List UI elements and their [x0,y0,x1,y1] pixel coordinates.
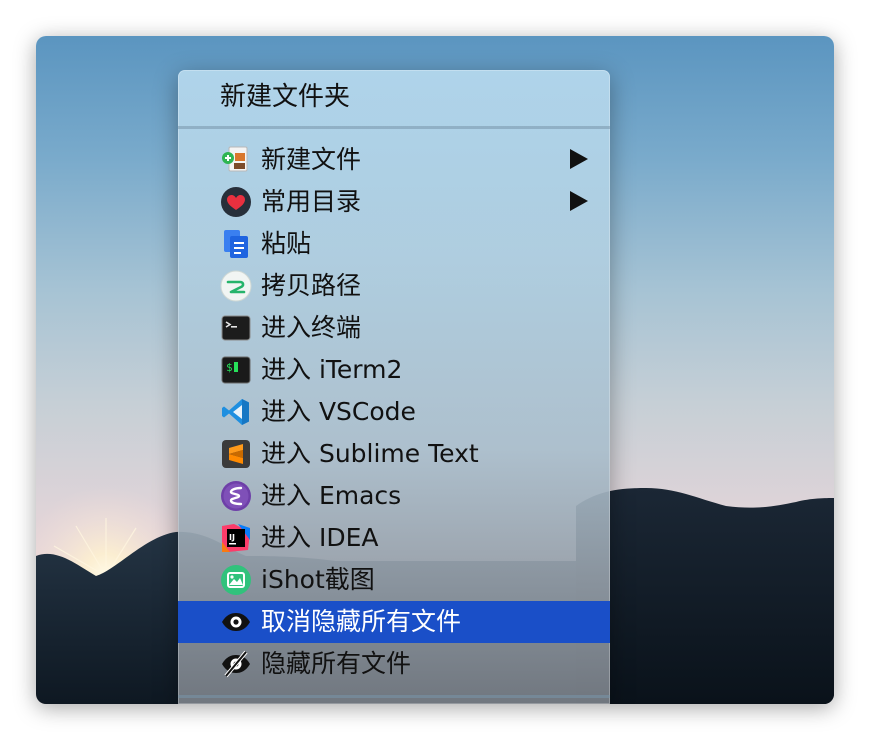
menu-item-label: 进入 VSCode [261,397,416,426]
menu-item-open-vscode[interactable]: 进入 VSCode [178,391,610,433]
paste-icon [220,228,252,260]
menu-item-new-file[interactable]: 新建文件 [178,139,610,181]
heart-icon [220,186,252,218]
menu-separator [178,126,610,129]
emacs-icon [220,480,252,512]
iterm2-icon: $ [220,354,252,386]
menu-item-label: 进入 Sublime Text [261,439,479,468]
copy-path-icon [220,270,252,302]
new-file-icon [220,144,252,176]
menu-item-label: 常用目录 [261,187,362,216]
menu-item-copy-path[interactable]: 拷贝路径 [178,265,610,307]
svg-text:IJ: IJ [229,533,235,542]
vscode-icon [220,396,252,428]
menu-item-label: 隐藏所有文件 [261,649,412,678]
menu-separator [178,695,610,698]
desktop-wallpaper: 新建文件夹 新建文件 常用目录 粘贴 拷贝路径 进入终端 $ 进入 iTerm2… [36,36,834,704]
menu-item-open-idea[interactable]: IJ 进入 IDEA [178,517,610,559]
submenu-arrow-icon [570,191,588,211]
menu-item-hide-all-files[interactable]: 隐藏所有文件 [178,643,610,685]
menu-item-label: iShot截图 [261,565,375,594]
idea-icon: IJ [220,522,252,554]
menu-item-label: 新建文件 [261,145,362,174]
terminal-icon [220,312,252,344]
menu-item-label: 进入 IDEA [261,523,379,552]
submenu-arrow-icon [570,149,588,169]
menu-item-open-iterm2[interactable]: $ 进入 iTerm2 [178,349,610,391]
menu-item-label: 取消隐藏所有文件 [261,607,462,636]
menu-item-open-sublime-text[interactable]: 进入 Sublime Text [178,433,610,475]
eye-icon [220,606,252,638]
menu-item-open-terminal[interactable]: 进入终端 [178,307,610,349]
menu-item-favorite-dirs[interactable]: 常用目录 [178,181,610,223]
svg-text:$: $ [226,361,233,374]
menu-item-label: 拷贝路径 [261,271,362,300]
eye-slash-icon [220,648,252,680]
menu-item-label: 进入终端 [261,313,362,342]
menu-item-label: 新建文件夹 [220,82,351,112]
sublime-text-icon [220,438,252,470]
menu-item-show-all-files[interactable]: 取消隐藏所有文件 [178,601,610,643]
menu-item-new-folder[interactable]: 新建文件夹 [178,70,610,126]
menu-item-paste[interactable]: 粘贴 [178,223,610,265]
menu-item-label: 进入 iTerm2 [261,355,403,384]
menu-item-label: 进入 Emacs [261,481,402,510]
menu-item-open-emacs[interactable]: 进入 Emacs [178,475,610,517]
context-menu: 新建文件夹 新建文件 常用目录 粘贴 拷贝路径 进入终端 $ 进入 iTerm2… [178,70,610,704]
ishot-icon [220,564,252,596]
menu-item-label: 粘贴 [261,229,312,258]
menu-item-ishot-screenshot[interactable]: iShot截图 [178,559,610,601]
